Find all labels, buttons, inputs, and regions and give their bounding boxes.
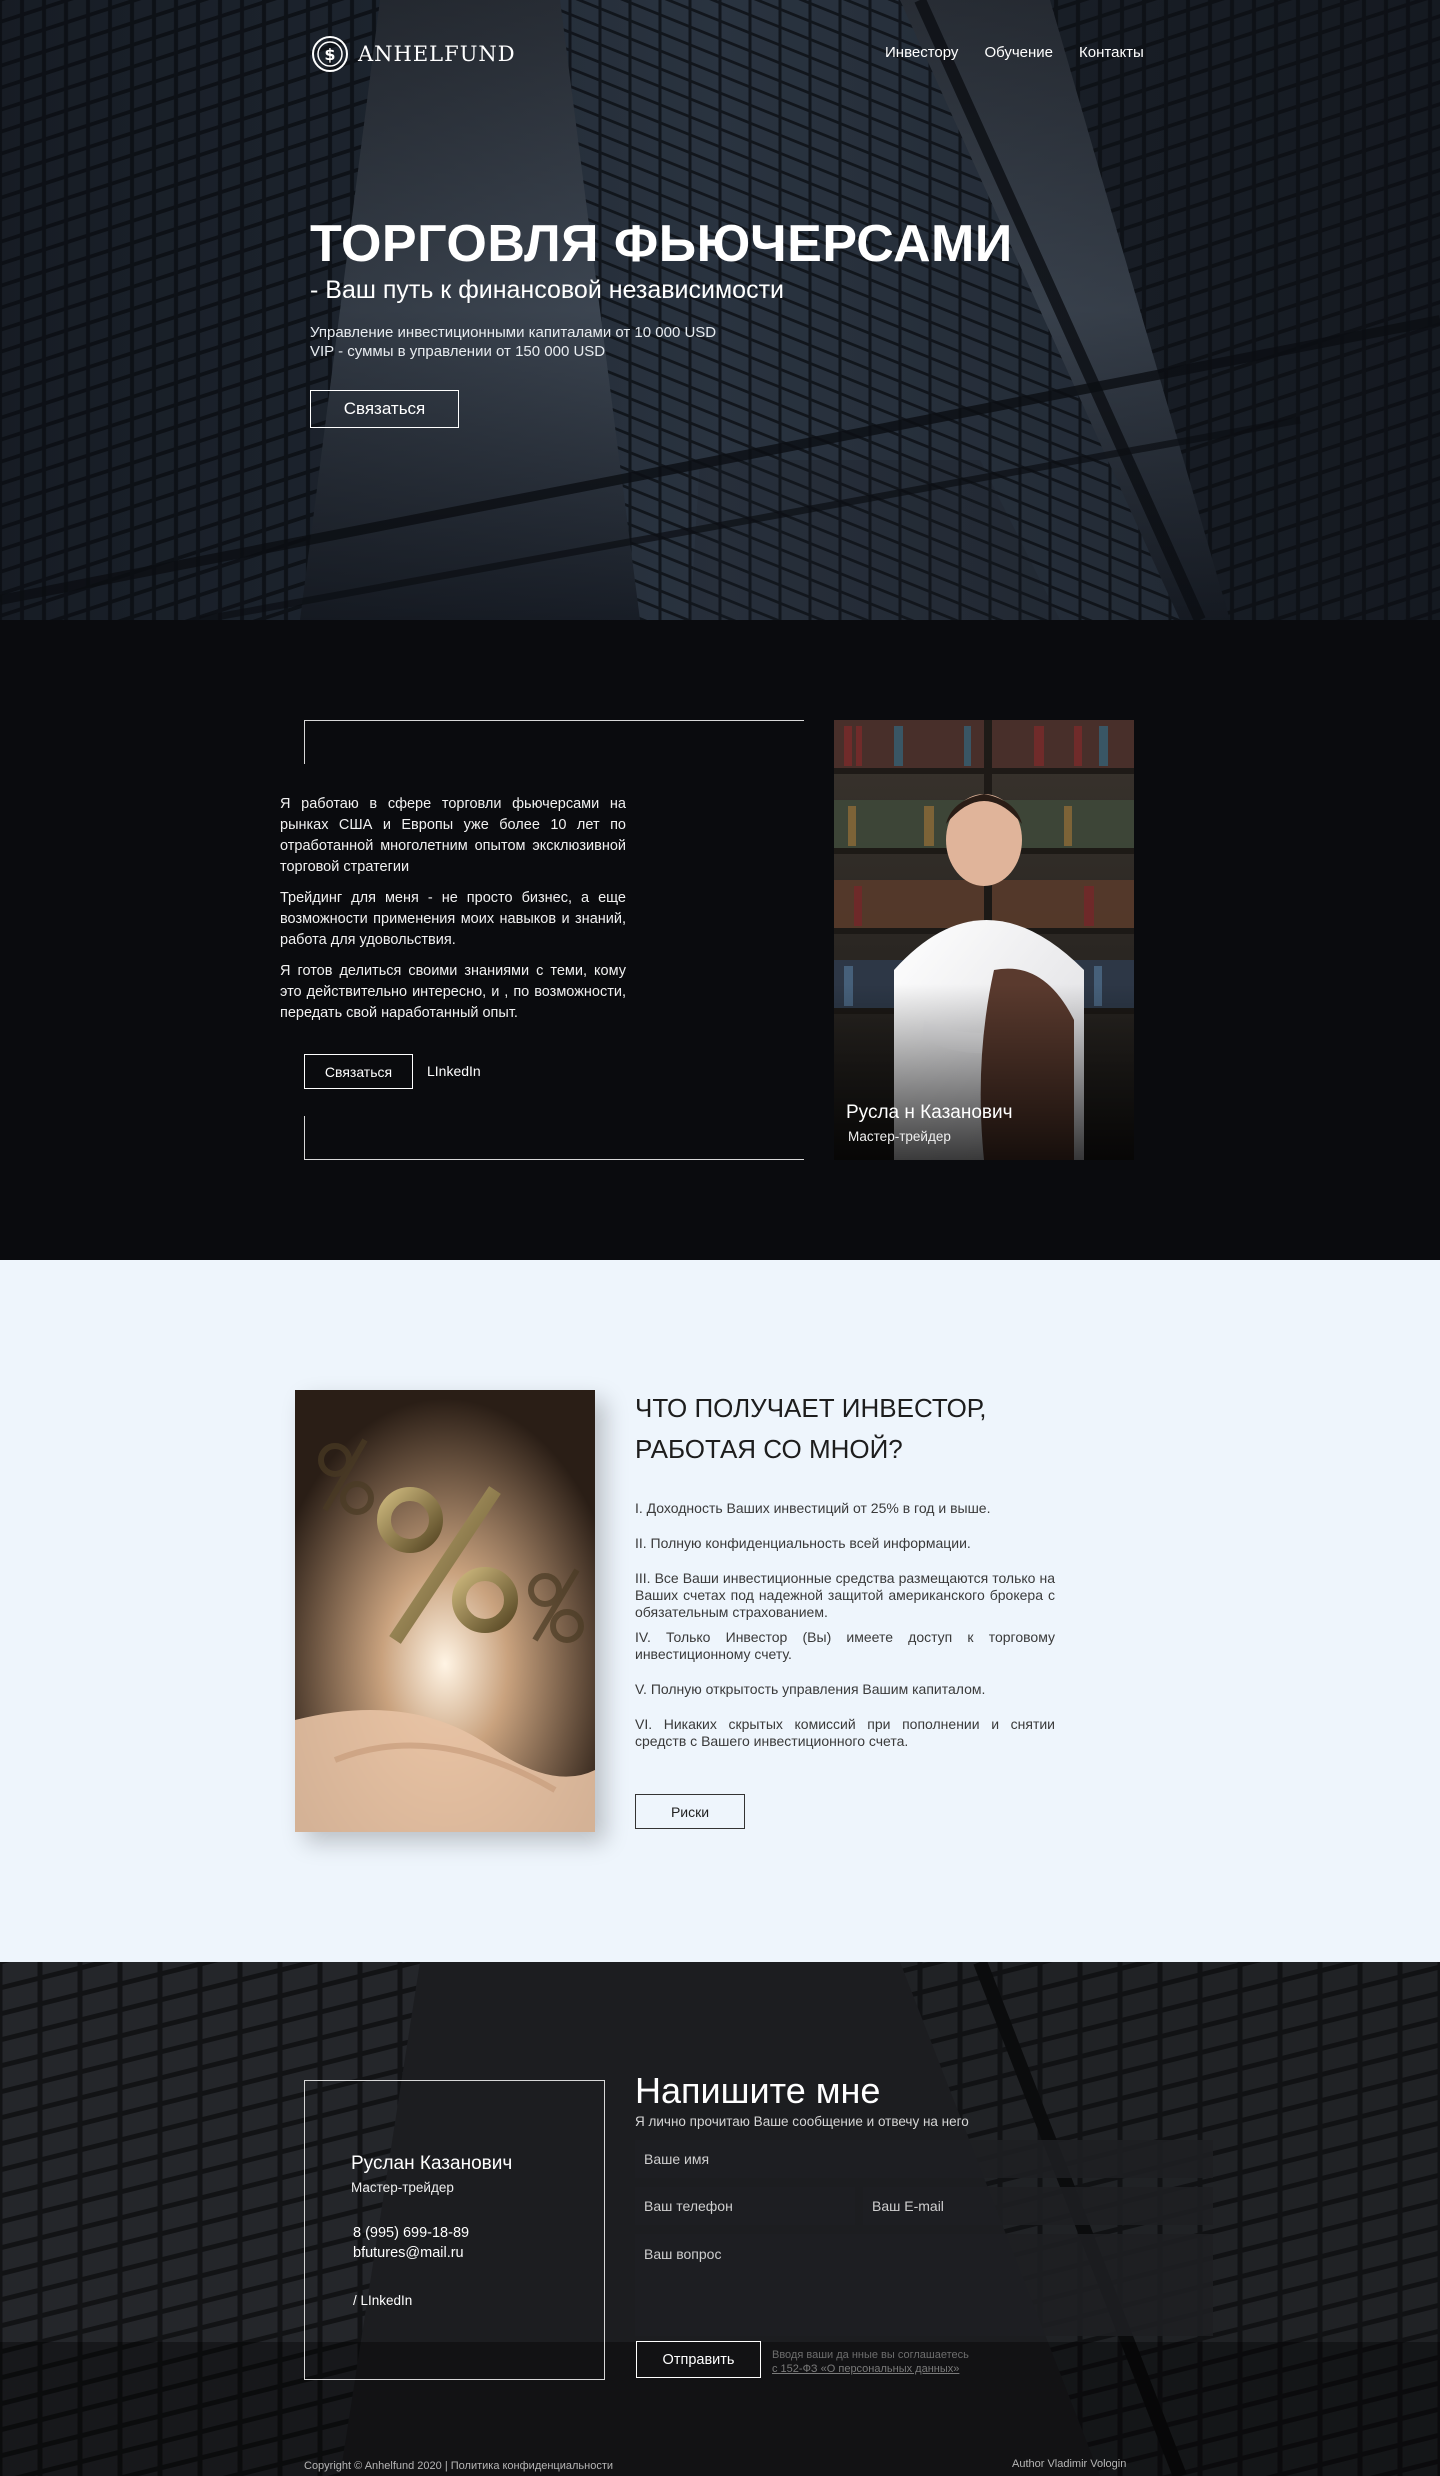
- benefit-item: IV. Только Инвестор (Вы) имеете доступ к…: [635, 1629, 1055, 1662]
- consent-note: Вводя ваши да нные вы соглашаетесь с 152…: [772, 2348, 969, 2376]
- nav-item-contacts[interactable]: Контакты: [1079, 44, 1144, 61]
- logo-text: ANHELFUND: [358, 42, 516, 66]
- contact-linkedin-link[interactable]: / LInkedIn: [353, 2293, 412, 2308]
- name-input[interactable]: [635, 2140, 1213, 2178]
- about-paragraph: Я готов делиться своими знаниями с теми,…: [280, 963, 626, 1021]
- about-contact-button[interactable]: Связаться: [304, 1054, 413, 1089]
- benefit-item: III. Все Ваши инвестиционные средства ра…: [635, 1570, 1055, 1620]
- hero-capital-text: Управление инвестиционными капиталами от…: [310, 324, 717, 341]
- copyright-text: Copyright © Anhelfund 2020: [304, 2460, 442, 2472]
- benefit-item: VI. Никаких скрытых комиссий при пополне…: [635, 1716, 1055, 1749]
- investor-section: ЧТО ПОЛУЧАЕТ ИНВЕСТОР, РАБОТАЯ СО МНОЙ? …: [0, 1260, 1440, 1962]
- about-section: Я работаю в сфере торговли фьючерсами на…: [0, 620, 1440, 1260]
- investor-title-line2: РАБОТАЯ СО МНОЙ?: [635, 1434, 903, 1464]
- about-text: Я работаю в сфере торговли фьючерсами на…: [280, 794, 626, 1034]
- contact-card: Руслан Казанович Мастер-трейдер 8 (995) …: [304, 2080, 605, 2380]
- contact-phone[interactable]: 8 (995) 699-18-89: [353, 2225, 469, 2241]
- hero-subtitle: - Ваш путь к финансовой независимости: [310, 276, 784, 304]
- benefit-item: V. Полную открытость управления Вашим ка…: [635, 1681, 986, 1697]
- hero-overlay: [0, 0, 1440, 620]
- main-nav: Инвестору Обучение Контакты: [885, 44, 1144, 61]
- trader-photo: Русла н Казанович Мастер-трейдер: [834, 720, 1134, 1160]
- hero-contact-button[interactable]: Связаться: [310, 390, 459, 428]
- benefits-list: I. Доходность Ваших инвестиций от 25% в …: [635, 1500, 1055, 1768]
- hero-section: $ ANHELFUND Инвестору Обучение Контакты …: [0, 0, 1440, 620]
- contact-name: Руслан Казанович: [351, 2153, 513, 2174]
- hero-title: ТОРГОВЛЯ ФЬЮЧЕРСАМИ: [310, 215, 1013, 273]
- send-button[interactable]: Отправить: [636, 2341, 761, 2378]
- contact-email[interactable]: bfutures@mail.ru: [353, 2245, 464, 2261]
- investor-title-line1: ЧТО ПОЛУЧАЕТ ИНВЕСТОР,: [635, 1393, 987, 1423]
- about-paragraph: Я работаю в сфере торговли фьючерсами на…: [280, 796, 626, 875]
- trader-role: Мастер-трейдер: [848, 1129, 951, 1144]
- trader-name: Русла н Казанович: [846, 1102, 1013, 1123]
- percent-symbol-image: [295, 1390, 595, 1832]
- form-subtitle: Я лично прочитаю Ваше сообщение и отвечу…: [635, 2114, 969, 2129]
- footer-author: Author Vladimir Vologin: [1012, 2458, 1127, 2470]
- risks-button[interactable]: Риски: [635, 1794, 745, 1829]
- question-textarea[interactable]: [635, 2234, 1213, 2336]
- contact-section: Руслан Казанович Мастер-трейдер 8 (995) …: [0, 1962, 1440, 2476]
- percent-hand-image: [295, 1390, 595, 1832]
- frame-corner-bottom: [304, 1116, 804, 1160]
- hero-vip-text: VIP - суммы в управлении от 150 000 USD: [310, 343, 606, 360]
- logo[interactable]: $ ANHELFUND: [310, 34, 516, 74]
- contact-role: Мастер-трейдер: [351, 2180, 454, 2195]
- personal-data-law-link[interactable]: с 152-ФЗ «О персональных данных»: [772, 2363, 959, 2375]
- investor-title: ЧТО ПОЛУЧАЕТ ИНВЕСТОР, РАБОТАЯ СО МНОЙ?: [635, 1388, 986, 1470]
- form-title: Напишите мне: [635, 2070, 881, 2111]
- about-paragraph: Трейдинг для меня - не просто бизнес, а …: [280, 890, 626, 948]
- dollar-coin-icon: $: [312, 36, 348, 72]
- privacy-policy-link[interactable]: | Политика конфиденциальности: [445, 2460, 613, 2472]
- linkedin-link[interactable]: LInkedIn: [427, 1063, 481, 1079]
- trader-portrait-image: [834, 720, 1134, 1160]
- benefit-item: II. Полную конфиденциальность всей инфор…: [635, 1535, 971, 1551]
- footer-copyright: Copyright © Anhelfund 2020 | Политика ко…: [304, 2460, 613, 2472]
- consent-text: Вводя ваши да нные вы соглашаетесь: [772, 2349, 969, 2361]
- nav-item-investor[interactable]: Инвестору: [885, 44, 958, 61]
- nav-item-education[interactable]: Обучение: [984, 44, 1053, 61]
- frame-corner-top: [304, 720, 804, 764]
- email-input[interactable]: [863, 2187, 1213, 2225]
- phone-input[interactable]: [635, 2187, 855, 2225]
- benefit-item: I. Доходность Ваших инвестиций от 25% в …: [635, 1500, 991, 1516]
- svg-text:$: $: [324, 45, 335, 64]
